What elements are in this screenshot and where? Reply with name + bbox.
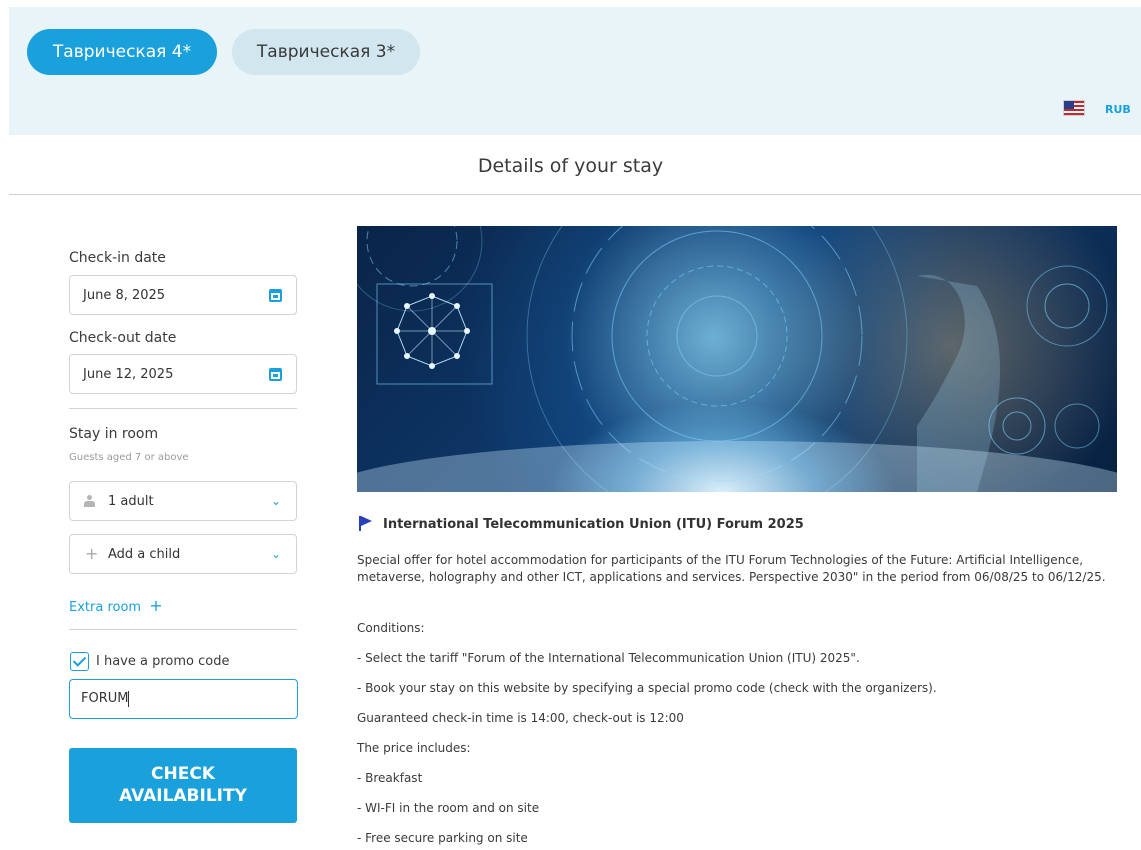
divider (69, 629, 297, 630)
adults-select[interactable]: 1 adult ⌄ (69, 481, 297, 521)
add-child-label: Add a child (108, 547, 181, 562)
event-line: Guaranteed check-in time is 14:00, check… (357, 711, 684, 725)
event-line: Conditions: (357, 621, 425, 635)
page-title: Details of your stay (477, 155, 664, 177)
person-icon (84, 495, 95, 508)
calendar-icon[interactable] (269, 368, 282, 381)
event-line: - Free secure parking on site (357, 831, 528, 845)
add-child-select[interactable]: + Add a child ⌄ (69, 534, 297, 574)
checkin-label: Check-in date (69, 250, 166, 266)
checkout-date-field[interactable]: June 12, 2025 (69, 354, 297, 394)
event-line: The price includes: (357, 741, 471, 755)
checkout-date-value: June 12, 2025 (83, 367, 174, 382)
tab-hotel-tavricheskaya-4[interactable]: Таврическая 4* (27, 29, 217, 75)
divider (9, 194, 1141, 195)
plus-icon: + (149, 596, 163, 615)
check-button-line-2: AVAILABILITY (119, 786, 247, 806)
event-line: - Select the tariff "Forum of the Intern… (357, 651, 860, 665)
header-bar: Таврическая 4* Таврическая 3* RUB (9, 7, 1141, 135)
guests-age-note: Guests aged 7 or above (69, 452, 189, 463)
chevron-down-icon: ⌄ (270, 547, 281, 561)
calendar-icon[interactable] (269, 289, 282, 302)
promo-code-checkbox[interactable] (70, 652, 89, 671)
promo-code-checkbox-label[interactable]: I have a promo code (96, 654, 229, 669)
text-caret (128, 690, 130, 707)
adults-value: 1 adult (108, 494, 154, 509)
event-line: - Book your stay on this website by spec… (357, 681, 937, 695)
us-flag-icon[interactable] (1063, 100, 1085, 116)
extra-room-link[interactable]: Extra room + (69, 596, 163, 615)
event-line: - WI-FI in the room and on site (357, 801, 540, 815)
divider (69, 408, 297, 409)
event-title: International Telecommunication Union (I… (383, 517, 804, 532)
currency-selector[interactable]: RUB (1105, 103, 1131, 116)
plus-icon: + (85, 544, 99, 563)
chevron-down-icon: ⌄ (270, 494, 281, 508)
checkin-date-value: June 8, 2025 (83, 288, 166, 303)
promo-code-value: FORUM (81, 691, 129, 706)
check-button-line-1: CHECK (151, 764, 215, 784)
flag-icon (359, 516, 372, 531)
event-line: - Breakfast (357, 771, 423, 785)
tab-hotel-tavricheskaya-3[interactable]: Таврическая 3* (232, 29, 420, 75)
event-description: Special offer for hotel accommodation fo… (357, 553, 1106, 584)
banner-artwork (357, 226, 1117, 492)
event-banner-image (357, 226, 1117, 492)
checkin-date-field[interactable]: June 8, 2025 (69, 275, 297, 315)
extra-room-label: Extra room (69, 600, 142, 615)
stay-in-room-label: Stay in room (69, 426, 159, 442)
promo-code-input[interactable]: FORUM (69, 679, 298, 719)
check-availability-button[interactable]: CHECK AVAILABILITY (69, 748, 297, 823)
checkout-label: Check-out date (69, 330, 177, 346)
